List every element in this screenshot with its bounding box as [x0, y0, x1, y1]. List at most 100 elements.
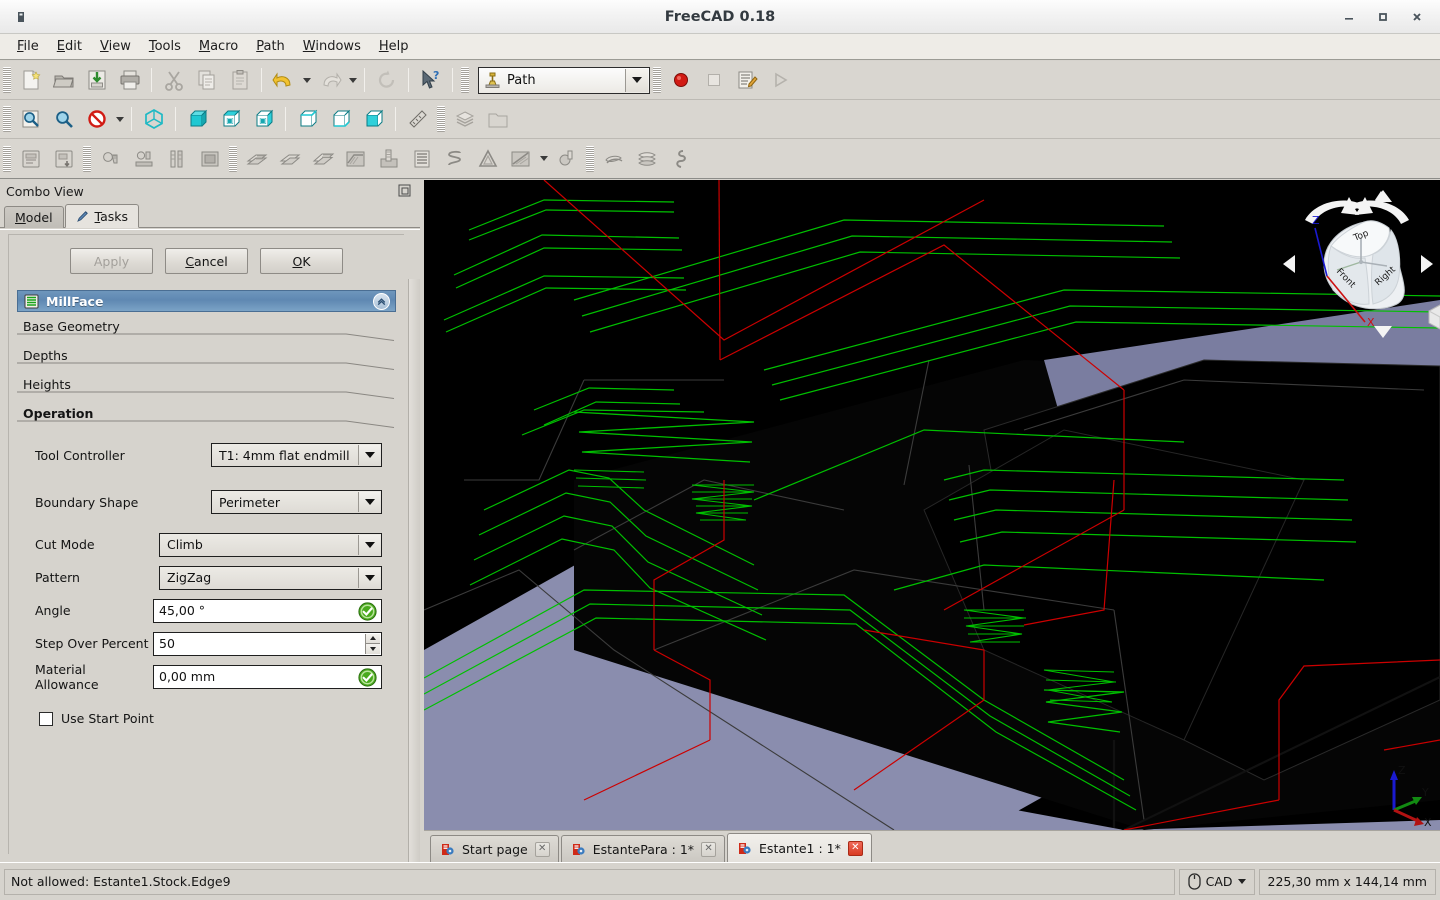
section-base-geometry[interactable]: Base Geometry — [17, 312, 396, 341]
doc-tab-estantepara[interactable]: EstantePara : 1* ✕ — [560, 835, 726, 862]
chevron-down-icon[interactable] — [358, 534, 380, 555]
path-copy-icon[interactable] — [598, 143, 629, 174]
toolbar-grip-path-ops[interactable] — [229, 145, 237, 172]
doc-tab-start-page[interactable]: Start page ✕ — [430, 835, 559, 862]
path-engrave-icon[interactable] — [406, 143, 437, 174]
path-toolcontroller-icon[interactable] — [128, 143, 159, 174]
toolbar-grip-structure[interactable] — [437, 106, 445, 132]
close-icon[interactable]: ✕ — [701, 841, 717, 857]
3d-view[interactable]: Top Front Right Z X Z Y X — [424, 180, 1440, 830]
macro-stop-icon[interactable] — [698, 65, 729, 96]
cancel-button[interactable]: Cancel — [165, 248, 248, 274]
spinner-down-icon[interactable] — [365, 644, 380, 654]
paste-icon[interactable] — [224, 65, 255, 96]
isometric-view-icon[interactable] — [138, 104, 169, 135]
path-job-icon[interactable] — [15, 143, 46, 174]
save-document-icon[interactable] — [81, 65, 112, 96]
draw-style-icon[interactable] — [81, 104, 112, 135]
use-start-point-checkbox[interactable] — [39, 711, 53, 726]
cut-icon[interactable] — [158, 65, 189, 96]
chevron-down-icon[interactable] — [358, 567, 380, 588]
chevron-down-icon[interactable] — [358, 445, 380, 465]
maximize-icon[interactable] — [1366, 0, 1400, 34]
path-post-process-icon[interactable] — [48, 143, 79, 174]
macro-edit-icon[interactable] — [731, 65, 762, 96]
path-3d-surface-icon[interactable] — [340, 143, 371, 174]
path-face-icon[interactable] — [307, 143, 338, 174]
path-array-icon[interactable] — [631, 143, 662, 174]
path-toolbit-library-icon[interactable] — [95, 143, 126, 174]
bottom-view-icon[interactable] — [325, 104, 356, 135]
doc-tab-estante1[interactable]: Estante1 : 1* ✕ — [727, 833, 872, 862]
front-view-icon[interactable] — [182, 104, 213, 135]
refresh-icon[interactable] — [371, 65, 402, 96]
workbench-selector[interactable]: Path — [478, 66, 650, 94]
path-helix-icon[interactable] — [439, 143, 470, 174]
close-icon[interactable]: ✕ — [847, 840, 863, 856]
undo-dropdown-arrow-icon[interactable] — [300, 65, 313, 96]
right-view-icon[interactable]: ▣ — [248, 104, 279, 135]
minimize-icon[interactable] — [1332, 0, 1366, 34]
spinner-up-icon[interactable] — [365, 633, 380, 644]
chevron-down-icon[interactable] — [1237, 879, 1246, 884]
group-icon[interactable] — [482, 104, 513, 135]
open-document-icon[interactable] — [48, 65, 79, 96]
menu-help[interactable]: Help — [370, 36, 418, 57]
undo-icon[interactable] — [268, 65, 299, 96]
toolbar-grip[interactable] — [3, 67, 11, 93]
toolbar-grip-macro[interactable] — [653, 67, 661, 93]
task-panel-scrollbar[interactable] — [408, 279, 420, 862]
tool-controller-select[interactable]: T1: 4mm flat endmill — [211, 443, 382, 467]
tab-model[interactable]: Model — [4, 206, 64, 228]
toolbar-grip-path-tools[interactable] — [83, 145, 91, 172]
menu-path[interactable]: Path — [247, 36, 294, 57]
toolbar-grip-workbench[interactable] — [461, 67, 469, 93]
menu-view[interactable]: View — [91, 36, 140, 57]
path-dressup-icon[interactable] — [551, 143, 582, 174]
boundary-shape-select[interactable]: Perimeter — [211, 490, 382, 514]
section-heights[interactable]: Heights — [17, 370, 396, 399]
rear-view-icon[interactable] — [292, 104, 323, 135]
toolbar-grip-path-mods[interactable] — [586, 145, 594, 172]
left-view-icon[interactable] — [358, 104, 389, 135]
close-icon[interactable] — [1400, 0, 1434, 34]
menu-macro[interactable]: Macro — [190, 36, 247, 57]
top-view-icon[interactable]: ▣ — [215, 104, 246, 135]
toolbar-grip-view[interactable] — [3, 106, 11, 132]
chevron-down-icon[interactable] — [358, 492, 380, 512]
step-over-percent-stepper[interactable]: 50 — [153, 631, 382, 656]
navigation-style-selector[interactable]: CAD — [1178, 868, 1255, 895]
path-ops-dropdown-arrow-icon[interactable] — [537, 143, 550, 174]
fit-all-icon[interactable] — [15, 104, 46, 135]
close-icon[interactable]: ✕ — [534, 841, 550, 857]
print-icon[interactable] — [114, 65, 145, 96]
undock-icon[interactable] — [398, 184, 412, 198]
path-adaptive-icon[interactable] — [472, 143, 503, 174]
path-profile-icon[interactable] — [241, 143, 272, 174]
copy-icon[interactable] — [191, 65, 222, 96]
whats-this-icon[interactable]: ? — [415, 65, 446, 96]
path-simulator-icon[interactable] — [664, 143, 695, 174]
path-stock-icon[interactable] — [194, 143, 225, 174]
toolbar-grip-path-project[interactable] — [3, 145, 11, 172]
draw-style-dropdown-arrow-icon[interactable] — [113, 104, 126, 135]
pattern-select[interactable]: ZigZag — [159, 565, 382, 590]
operation-header[interactable]: MillFace — [17, 290, 396, 312]
tab-tasks[interactable]: Tasks — [64, 204, 140, 228]
fit-selection-icon[interactable] — [48, 104, 79, 135]
measure-icon[interactable] — [402, 104, 433, 135]
angle-input[interactable]: 45,00 ° — [153, 598, 382, 623]
section-operation[interactable]: Operation — [17, 399, 396, 428]
new-document-icon[interactable] — [15, 65, 46, 96]
menu-file[interactable]: File — [8, 36, 48, 57]
cut-mode-select[interactable]: Climb — [159, 532, 382, 557]
apply-button[interactable]: Apply — [70, 248, 153, 274]
ok-button[interactable]: OK — [260, 248, 343, 274]
path-drilling-icon[interactable] — [373, 143, 404, 174]
use-start-point-row[interactable]: Use Start Point — [9, 693, 404, 726]
path-slot-icon[interactable] — [505, 143, 536, 174]
path-toolbit-icon[interactable] — [161, 143, 192, 174]
macro-record-icon[interactable] — [665, 65, 696, 96]
path-pocket-icon[interactable] — [274, 143, 305, 174]
menu-tools[interactable]: Tools — [140, 36, 190, 57]
